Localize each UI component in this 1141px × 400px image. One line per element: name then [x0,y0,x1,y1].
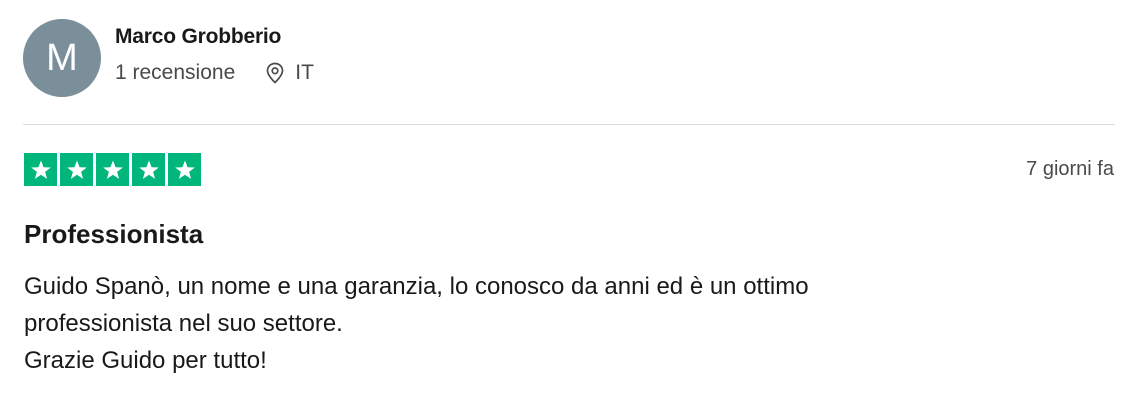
consumer-meta: 1 recensione IT [115,61,314,85]
location-pin-icon [266,62,284,84]
review-body-line: Guido Spanò, un nome e una garanzia, lo … [24,273,809,300]
star-icon [24,153,57,186]
review-card: M Marco Grobberio 1 recensione IT 7 gior… [0,0,1141,400]
star-icon [132,153,165,186]
avatar[interactable]: M [23,19,101,97]
consumer-name[interactable]: Marco Grobberio [115,25,314,49]
star-icon [96,153,129,186]
star-icon [60,153,93,186]
review-body-line: Grazie Guido per tutto! [24,347,267,374]
consumer-header: M Marco Grobberio 1 recensione IT [23,19,314,97]
consumer-location: IT [265,61,314,85]
location-label: IT [295,61,314,84]
star-rating [24,153,204,186]
review-date: 7 giorni fa [1026,158,1114,180]
reviews-count: 1 recensione [115,61,236,84]
review-title[interactable]: Professionista [24,219,203,250]
divider [23,124,1115,125]
star-icon [168,153,201,186]
review-body: Guido Spanò, un nome e una garanzia, lo … [24,268,1104,379]
review-body-line: professionista nel suo settore. [24,310,343,337]
consumer-info: Marco Grobberio 1 recensione IT [115,19,314,97]
